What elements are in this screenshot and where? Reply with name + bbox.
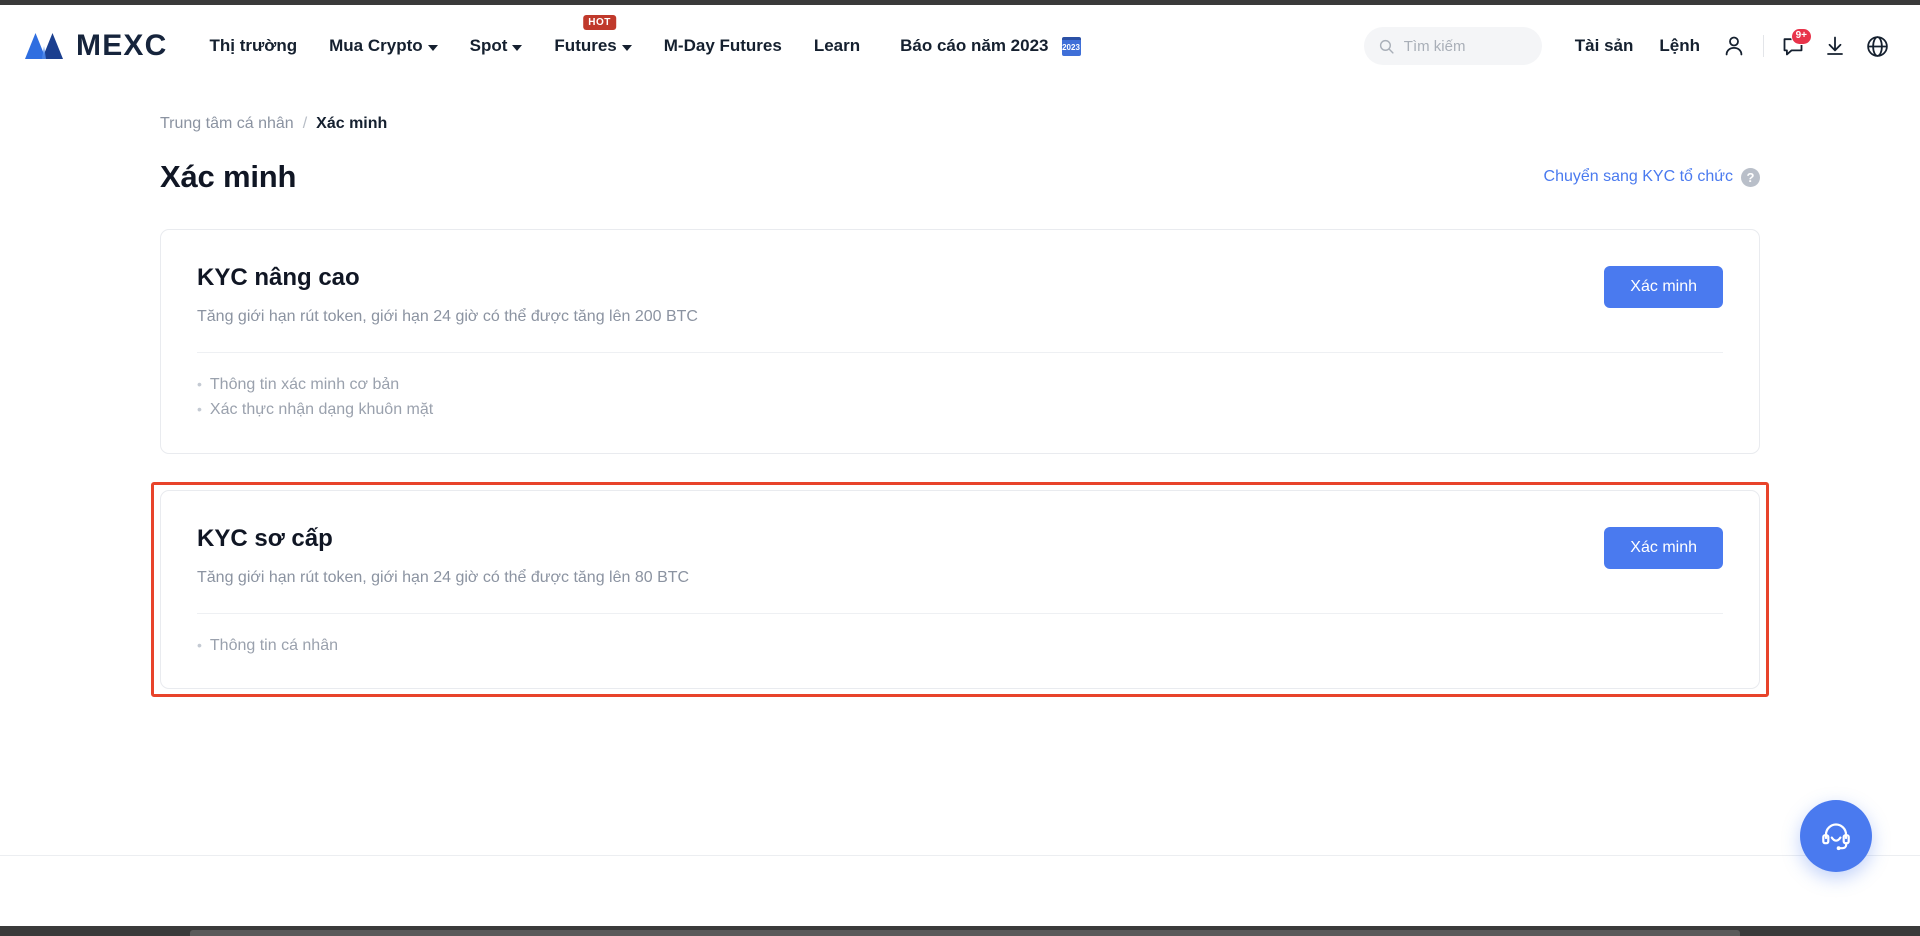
card-header: KYC sơ cấp Tăng giới hạn rút token, giới… (197, 525, 1723, 587)
requirement-label: Xác thực nhận dạng khuôn mặt (209, 400, 434, 418)
bullet-icon: • (197, 400, 202, 417)
highlight-annotation-box (151, 481, 1769, 698)
nav-label: Mua Crypto (329, 36, 423, 55)
breadcrumb: Trung tâm cá nhân / Xác minh (160, 115, 1760, 133)
hot-badge: HOT (583, 15, 616, 30)
primary-nav: Thị trường Mua Crypto Spot HOT Futures M… (193, 5, 1096, 87)
nav-item-mua-crypto[interactable]: Mua Crypto (313, 5, 454, 87)
nav-label: Thị trường (209, 36, 298, 55)
browser-chrome-bottom (0, 926, 1920, 936)
card-header: KYC nâng cao Tăng giới hạn rút token, gi… (197, 264, 1723, 326)
bullet-icon: • (197, 376, 202, 392)
nav-item-futures[interactable]: HOT Futures (538, 5, 647, 87)
nav-label: Futures (554, 36, 617, 55)
bullet-icon: • (197, 636, 202, 653)
requirement-item: • Thông tin xác minh cơ bản (197, 373, 1723, 398)
download-icon (1827, 36, 1843, 55)
person-icon (1725, 36, 1743, 56)
search-box[interactable] (1363, 27, 1542, 65)
notification-badge: 9+ (1790, 28, 1812, 45)
page-title-row: Xác minh Chuyển sang KYC tổ chức ? (160, 159, 1760, 195)
browser-chrome-bottom-inner (190, 930, 1740, 936)
requirement-label: Thông tin xác minh cơ bản (209, 376, 400, 393)
assets-link[interactable]: Tài sản (1562, 36, 1647, 56)
footer-area (0, 856, 1920, 926)
page-title: Xác minh (160, 159, 297, 194)
messages-button[interactable]: 9+ (1772, 25, 1814, 67)
header-divider (1763, 35, 1764, 57)
breadcrumb-separator: / (302, 115, 308, 132)
mexc-logo-icon (25, 33, 63, 59)
chevron-down-icon (621, 44, 632, 51)
verify-button-primary[interactable]: Xác minh (1604, 526, 1723, 569)
chevron-down-icon (512, 44, 523, 51)
nav-item-learn[interactable]: Learn (798, 5, 876, 87)
nav-item-m-day-futures[interactable]: M-Day Futures (648, 5, 798, 87)
kyc-primary-card: KYC sơ cấp Tăng giới hạn rút token, giới… (151, 481, 1769, 698)
orders-link[interactable]: Lệnh (1646, 36, 1713, 56)
card-subtitle: Tăng giới hạn rút token, giới hạn 24 giờ… (197, 568, 690, 586)
card-divider (197, 352, 1723, 353)
requirement-item: • Thông tin cá nhân (197, 634, 1723, 659)
calendar-icon: 2023 (1061, 36, 1081, 56)
requirement-item: • Xác thực nhận dạng khuôn mặt (197, 398, 1723, 423)
nav-label: M-Day Futures (663, 36, 782, 55)
card-subtitle: Tăng giới hạn rút token, giới hạn 24 giờ… (197, 308, 698, 325)
card-text-block: KYC nâng cao Tăng giới hạn rút token, gi… (197, 264, 698, 326)
breadcrumb-current: Xác minh (316, 115, 388, 132)
requirement-label: Thông tin cá nhân (209, 636, 338, 654)
download-button[interactable] (1814, 25, 1856, 67)
kyc-advanced-card: KYC nâng cao Tăng giới hạn rút token, gi… (160, 229, 1760, 454)
language-button[interactable] (1856, 25, 1898, 67)
chevron-down-icon (427, 44, 438, 51)
card-title: KYC nâng cao (197, 264, 360, 291)
search-icon (1379, 39, 1394, 54)
card-text-block: KYC sơ cấp Tăng giới hạn rút token, giới… (197, 525, 689, 587)
header-actions: Tài sản Lệnh 9+ (1363, 25, 1920, 67)
content-container: Trung tâm cá nhân / Xác minh Xác minh Ch… (151, 87, 1769, 698)
nav-item-annual-report[interactable]: Báo cáo năm 2023 2023 (876, 5, 1096, 87)
site-header: MEXC Thị trường Mua Crypto Spot HOT Futu… (0, 5, 1920, 87)
nav-item-thi-truong[interactable]: Thị trường (193, 5, 313, 87)
help-question-icon[interactable]: ? (1741, 167, 1760, 187)
mexc-logo[interactable]: MEXC (24, 31, 167, 61)
nav-item-spot[interactable]: Spot (454, 5, 539, 87)
headset-icon (1822, 823, 1850, 851)
search-input[interactable] (1403, 37, 1524, 55)
nav-label: Learn (813, 36, 861, 55)
globe-icon (1866, 35, 1888, 57)
support-chat-button[interactable] (1800, 800, 1872, 872)
card-divider (197, 612, 1723, 614)
switch-to-institution-kyc-link[interactable]: Chuyển sang KYC tổ chức ? (1543, 167, 1760, 187)
mexc-wordmark: MEXC (76, 29, 168, 62)
switch-kyc-label: Chuyển sang KYC tổ chức (1543, 168, 1733, 185)
account-button[interactable] (1713, 25, 1755, 67)
verify-button-advanced[interactable]: Xác minh (1604, 266, 1723, 308)
card-title: KYC sơ cấp (197, 524, 333, 552)
page-body: Trung tâm cá nhân / Xác minh Xác minh Ch… (0, 87, 1920, 847)
breadcrumb-parent[interactable]: Trung tâm cá nhân (160, 115, 294, 133)
annual-report-label: Báo cáo năm 2023 (900, 36, 1049, 55)
nav-label: Spot (469, 36, 508, 55)
